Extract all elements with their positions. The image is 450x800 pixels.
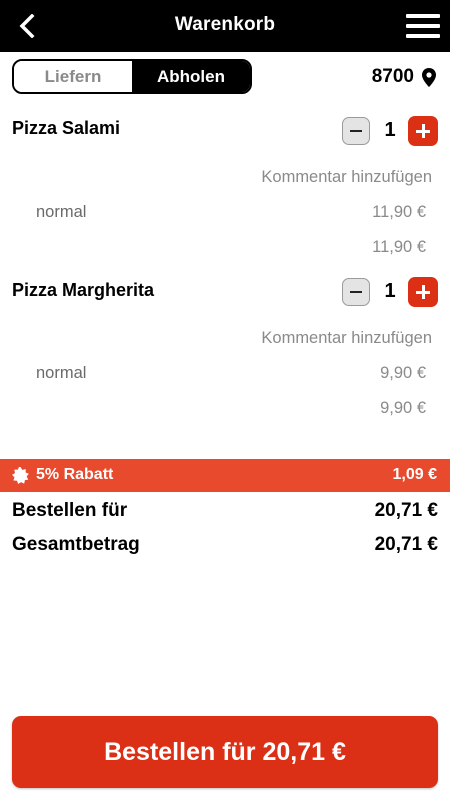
- map-pin-icon: [422, 67, 436, 87]
- discount-label: 5% Rabatt: [36, 466, 114, 483]
- increase-quantity-button[interactable]: [408, 277, 438, 307]
- item-quantity: 1: [384, 119, 396, 141]
- item-total-price: 11,90 €: [372, 238, 426, 256]
- item-total-price: 9,90 €: [380, 399, 426, 417]
- toggle-pickup[interactable]: Abholen: [132, 61, 250, 92]
- increase-quantity-button[interactable]: [408, 116, 438, 146]
- order-for-value: 20,71 €: [374, 500, 438, 521]
- add-comment-link[interactable]: Kommentar hinzufügen: [261, 329, 432, 348]
- chevron-left-icon: [19, 14, 35, 38]
- top-bar: Warenkorb: [0, 0, 450, 52]
- cart-item-name: Pizza Salami: [12, 118, 121, 138]
- item-variant-price: 9,90 €: [380, 364, 426, 382]
- decrease-quantity-button[interactable]: [342, 117, 370, 145]
- order-for-label: Bestellen für: [12, 500, 128, 521]
- discount-value: 1,09 €: [392, 466, 437, 483]
- place-order-button[interactable]: Bestellen für 20,71 €: [12, 716, 438, 788]
- total-value: 20,71 €: [374, 534, 438, 555]
- back-button[interactable]: [14, 12, 40, 40]
- discount-badge-icon: [12, 467, 29, 484]
- add-comment-link[interactable]: Kommentar hinzufügen: [261, 168, 432, 187]
- delivery-mode-toggle: Liefern Abholen: [12, 59, 252, 94]
- hamburger-menu-icon[interactable]: [406, 12, 440, 40]
- toggle-delivery[interactable]: Liefern: [14, 61, 132, 92]
- page-title: Warenkorb: [174, 14, 276, 35]
- decrease-quantity-button[interactable]: [342, 278, 370, 306]
- cart-item-name: Pizza Margherita: [12, 280, 155, 300]
- item-quantity: 1: [384, 280, 396, 302]
- item-variant-price: 11,90 €: [372, 203, 426, 221]
- minus-icon: [350, 291, 362, 293]
- item-variant: normal: [36, 364, 87, 382]
- location-selector[interactable]: 8700: [372, 63, 436, 91]
- minus-icon: [350, 130, 362, 132]
- total-label: Gesamtbetrag: [12, 534, 140, 555]
- item-variant: normal: [36, 203, 87, 221]
- zip-code: 8700: [371, 66, 414, 87]
- discount-banner: 5% Rabatt 1,09 €: [0, 459, 450, 492]
